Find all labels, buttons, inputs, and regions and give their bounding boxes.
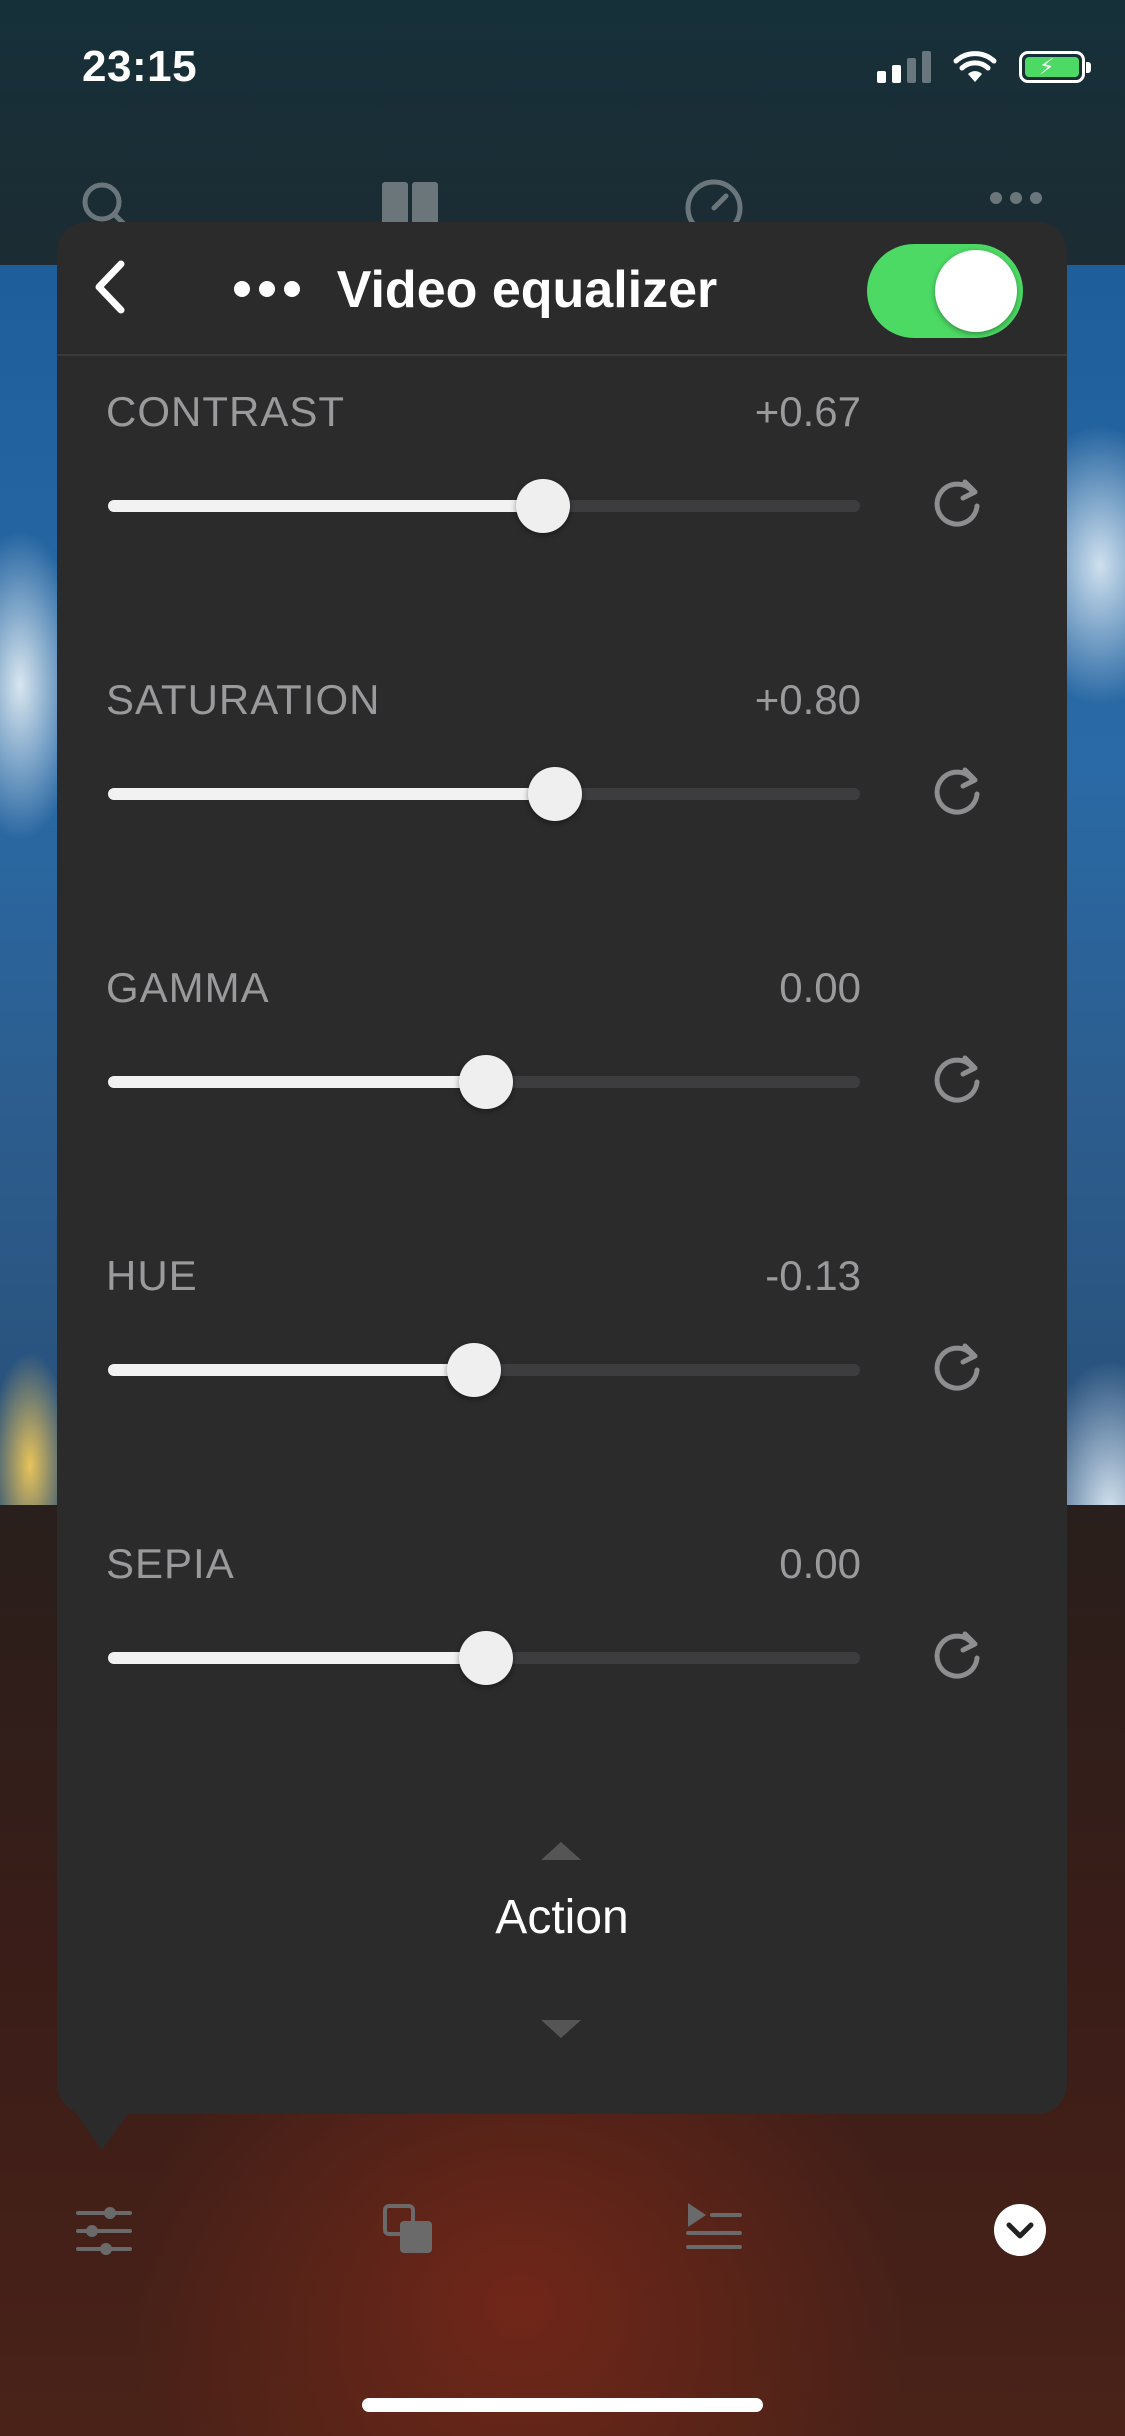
reset-icon[interactable] — [927, 1050, 987, 1110]
back-icon[interactable] — [77, 252, 147, 322]
eq-row-sepia: SEPIA 0.00 — [57, 1540, 1067, 1828]
reset-icon[interactable] — [927, 474, 987, 534]
eq-value: +0.80 — [754, 676, 861, 723]
eq-slider[interactable] — [108, 1343, 860, 1397]
eq-slider-fill — [108, 1076, 486, 1088]
playlist-icon[interactable] — [684, 2199, 744, 2251]
eq-value: 0.00 — [779, 964, 861, 1011]
eq-slider-fill — [108, 500, 543, 512]
toggle-knob[interactable] — [935, 250, 1017, 332]
eq-label: CONTRAST — [106, 388, 345, 435]
eq-row-gamma: GAMMA 0.00 — [57, 964, 1067, 1252]
more-options-icon[interactable] — [227, 264, 307, 314]
cellular-signal-icon — [877, 51, 931, 83]
video-equalizer-panel: Video equalizer CONTRAST +0.67 SATURATION +… — [57, 222, 1067, 2114]
eq-slider-thumb[interactable] — [458, 1055, 513, 1109]
more-icon[interactable] — [986, 178, 1046, 218]
eq-label: SATURATION — [106, 676, 381, 723]
eq-slider-fill — [108, 1652, 486, 1664]
picker-label: Action — [495, 1891, 629, 1944]
picker-up-arrow-icon[interactable] — [541, 1842, 581, 1860]
eq-row-saturation: SATURATION +0.80 — [57, 676, 1067, 964]
action-picker[interactable]: Action — [57, 1842, 1067, 2042]
panel-header: Video equalizer — [57, 222, 1067, 356]
eq-slider-thumb[interactable] — [447, 1343, 502, 1397]
eq-slider-fill — [108, 788, 556, 800]
eq-slider[interactable] — [108, 767, 860, 821]
eq-slider[interactable] — [108, 1055, 860, 1109]
reset-icon[interactable] — [927, 762, 987, 822]
eq-value: +0.67 — [754, 388, 861, 435]
eq-value: -0.13 — [765, 1252, 861, 1299]
eq-slider[interactable] — [108, 479, 860, 533]
eq-value: 0.00 — [779, 1540, 861, 1587]
eq-label: HUE — [106, 1252, 198, 1299]
status-time: 23:15 — [82, 42, 198, 91]
wifi-icon — [953, 51, 997, 82]
home-indicator — [362, 2398, 763, 2412]
status-bar: 23:15 ⚡ — [0, 0, 1125, 140]
eq-row-hue: HUE -0.13 — [57, 1252, 1067, 1540]
eq-slider-thumb[interactable] — [528, 767, 583, 821]
picker-down-arrow-icon[interactable] — [541, 2020, 581, 2038]
copy-icon[interactable] — [382, 2203, 434, 2255]
sliders-icon[interactable] — [76, 2205, 132, 2257]
eq-label: GAMMA — [106, 964, 270, 1011]
eq-slider-thumb[interactable] — [515, 479, 570, 533]
eq-slider-thumb[interactable] — [458, 1631, 513, 1685]
equalizer-toggle[interactable] — [867, 244, 1023, 338]
reset-icon[interactable] — [927, 1626, 987, 1686]
chevron-down-icon[interactable] — [993, 2203, 1047, 2257]
status-icons: ⚡ — [877, 50, 1091, 84]
eq-slider-fill — [108, 1364, 475, 1376]
panel-pointer — [72, 2108, 132, 2150]
battery-icon: ⚡ — [1019, 51, 1091, 83]
eq-row-contrast: CONTRAST +0.67 — [57, 388, 1067, 676]
panel-title: Video equalizer — [336, 261, 718, 319]
reset-icon[interactable] — [927, 1338, 987, 1398]
eq-label: SEPIA — [106, 1540, 235, 1587]
bottom-bar — [0, 2195, 1125, 2305]
eq-slider[interactable] — [108, 1631, 860, 1685]
